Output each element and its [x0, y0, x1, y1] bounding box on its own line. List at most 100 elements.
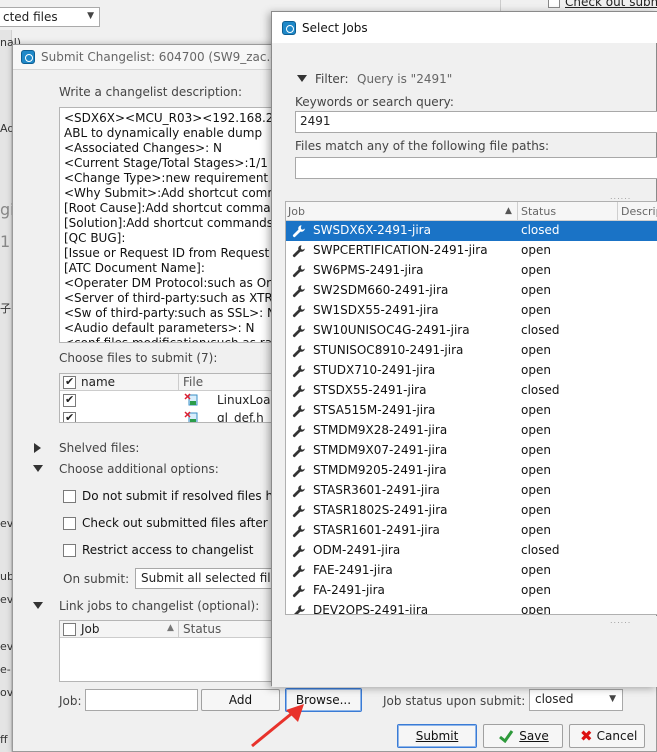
column-divider[interactable] [517, 202, 518, 221]
description-line: <Operater DM Protocol:such as Or [64, 276, 272, 290]
wrench-icon [292, 365, 305, 378]
job-name: SW6PMS-2491-jira [313, 263, 424, 277]
background-files-combo[interactable]: cted files ▼ [0, 7, 100, 27]
background-checkout-label: Check out submit [565, 0, 657, 9]
background-fragment: e- [0, 663, 11, 676]
linked-jobs-header: Job ▲ Status [60, 621, 288, 638]
linked-jobs-column-job[interactable]: Job [81, 622, 100, 636]
description-line: [Issue or Request ID from Request [64, 246, 270, 260]
job-row[interactable]: STASR1601-2491-jira open [286, 521, 657, 541]
description-line: <conf files modification:such as ra [64, 336, 273, 343]
select-all-jobs-checkbox[interactable] [63, 623, 76, 636]
job-row[interactable]: STMDM9X07-2491-jira open [286, 441, 657, 461]
job-name: STMDM9X28-2491-jira [313, 423, 448, 437]
wrench-icon [292, 245, 305, 258]
background-checkout-checkbox[interactable] [548, 0, 560, 8]
job-row[interactable]: SWSDX6X-2491-jira closed [286, 221, 657, 241]
job-status: closed [521, 223, 560, 237]
files-column-file[interactable]: File [183, 375, 203, 389]
job-row[interactable]: STUNISOC8910-2491-jira open [286, 341, 657, 361]
on-submit-select[interactable]: Submit all selected file [135, 568, 289, 589]
on-submit-label: On submit: [63, 572, 130, 586]
wrench-icon [292, 465, 305, 478]
cancel-icon: ✖ [580, 727, 593, 745]
column-divider[interactable] [617, 202, 618, 221]
collapse-options-arrow-icon[interactable] [33, 465, 43, 472]
job-row[interactable]: SWPCERTIFICATION-2491-jira open [286, 241, 657, 261]
job-name: STMDM9X07-2491-jira [313, 443, 448, 457]
cancel-button[interactable]: ✖ Cancel [569, 724, 645, 748]
do-not-submit-resolved-checkbox[interactable] [63, 490, 76, 503]
job-name: SW2SDM660-2491-jira [313, 283, 449, 297]
perforce-app-icon [282, 21, 296, 35]
job-status: closed [521, 383, 560, 397]
job-status: open [521, 443, 551, 457]
file-checkbox[interactable] [63, 393, 76, 407]
file-checkbox[interactable] [63, 411, 76, 422]
keywords-input[interactable]: 2491 [295, 111, 657, 133]
job-status: open [521, 563, 551, 577]
select-jobs-titlebar[interactable]: Select Jobs [272, 12, 657, 43]
select-jobs-dialog: Select Jobs Filter: Query is "2491" Keyw… [271, 11, 657, 687]
description-line: ABL to dynamically enable dump [64, 126, 263, 140]
job-row[interactable]: SW2SDM660-2491-jira open [286, 281, 657, 301]
job-status: open [521, 503, 551, 517]
wrench-icon [292, 505, 305, 518]
select-all-files-checkbox[interactable] [63, 375, 76, 389]
job-row[interactable]: SW6PMS-2491-jira open [286, 261, 657, 281]
files-table[interactable]: name File LinuxLoad [59, 373, 289, 423]
jobs-table[interactable]: Job ▲ Status Descrip SWSDX6X-2491-jira cl… [285, 201, 657, 615]
splitter-grip[interactable]: ...... [610, 616, 631, 625]
linked-jobs-table[interactable]: Job ▲ Status [59, 620, 289, 682]
job-row[interactable]: FAE-2491-jira open [286, 561, 657, 581]
description-line: <Audio default parameters>: N [64, 321, 255, 335]
save-button[interactable]: Save [483, 724, 563, 748]
jobs-column-job[interactable]: Job [288, 205, 305, 218]
wrench-icon [292, 325, 305, 338]
collapse-link-jobs-arrow-icon[interactable] [33, 602, 43, 609]
desktop: cted files ▼ Check out submit nal) Ad gi… [0, 0, 657, 752]
description-line: <SDX6X><MCU_R03><192.168.2 [64, 111, 274, 125]
jobs-table-header: Job ▲ Status Descrip [286, 202, 657, 221]
job-row[interactable]: SW10UNISOC4G-2491-jira closed [286, 321, 657, 341]
splitter-grip[interactable]: ...... [610, 192, 631, 201]
job-status-value: closed [535, 692, 574, 706]
job-row[interactable]: STASR3601-2491-jira open [286, 481, 657, 501]
job-input[interactable] [85, 689, 198, 711]
linked-jobs-column-status[interactable]: Status [183, 622, 221, 636]
checkout-after-submit-checkbox[interactable] [63, 517, 76, 530]
wrench-icon [292, 285, 305, 298]
description-line: <Change Type>:new requirement [64, 171, 269, 185]
wrench-icon [292, 385, 305, 398]
restrict-access-checkbox[interactable] [63, 544, 76, 557]
expand-shelved-arrow-icon[interactable] [34, 443, 41, 453]
submit-button[interactable]: Submit [397, 724, 477, 748]
job-row[interactable]: ODM-2491-jira closed [286, 541, 657, 561]
job-row[interactable]: STSA515M-2491-jira open [286, 401, 657, 421]
job-status-select[interactable]: closed ▼ [529, 689, 623, 711]
job-row[interactable]: STUDX710-2491-jira open [286, 361, 657, 381]
jobs-table-body: SWSDX6X-2491-jira closed SWPCERTIFICATION-… [286, 221, 657, 614]
chevron-down-icon: ▼ [609, 694, 616, 704]
description-textarea[interactable]: <SDX6X><MCU_R03><192.168.2 ABL to dynamic… [59, 107, 289, 343]
job-row[interactable]: STASR1802S-2491-jira open [286, 501, 657, 521]
jobs-column-description[interactable]: Descrip [621, 205, 657, 218]
description-line: <Sw of third-party:such as SSL>: N [64, 306, 276, 320]
file-row[interactable]: gl_def.h [60, 410, 288, 422]
job-row[interactable]: STMDM9X28-2491-jira open [286, 421, 657, 441]
job-status: open [521, 403, 551, 417]
file-row[interactable]: LinuxLoad [60, 392, 288, 408]
jobs-column-status[interactable]: Status [521, 205, 556, 218]
job-row[interactable]: STSDX55-2491-jira closed [286, 381, 657, 401]
job-status: open [521, 463, 551, 477]
file-paths-input[interactable] [295, 157, 657, 179]
job-row[interactable]: DEV2OPS-2491-jira open [286, 601, 657, 614]
job-row[interactable]: FA-2491-jira open [286, 581, 657, 601]
job-name: SW1SDX55-2491-jira [313, 303, 439, 317]
job-row[interactable]: SW1SDX55-2491-jira open [286, 301, 657, 321]
wrench-icon [292, 525, 305, 538]
files-column-name[interactable]: name [81, 375, 115, 389]
job-row[interactable]: STMDM9205-2491-jira open [286, 461, 657, 481]
job-name: FA-2491-jira [313, 583, 385, 597]
collapse-filter-arrow-icon[interactable] [297, 75, 307, 82]
